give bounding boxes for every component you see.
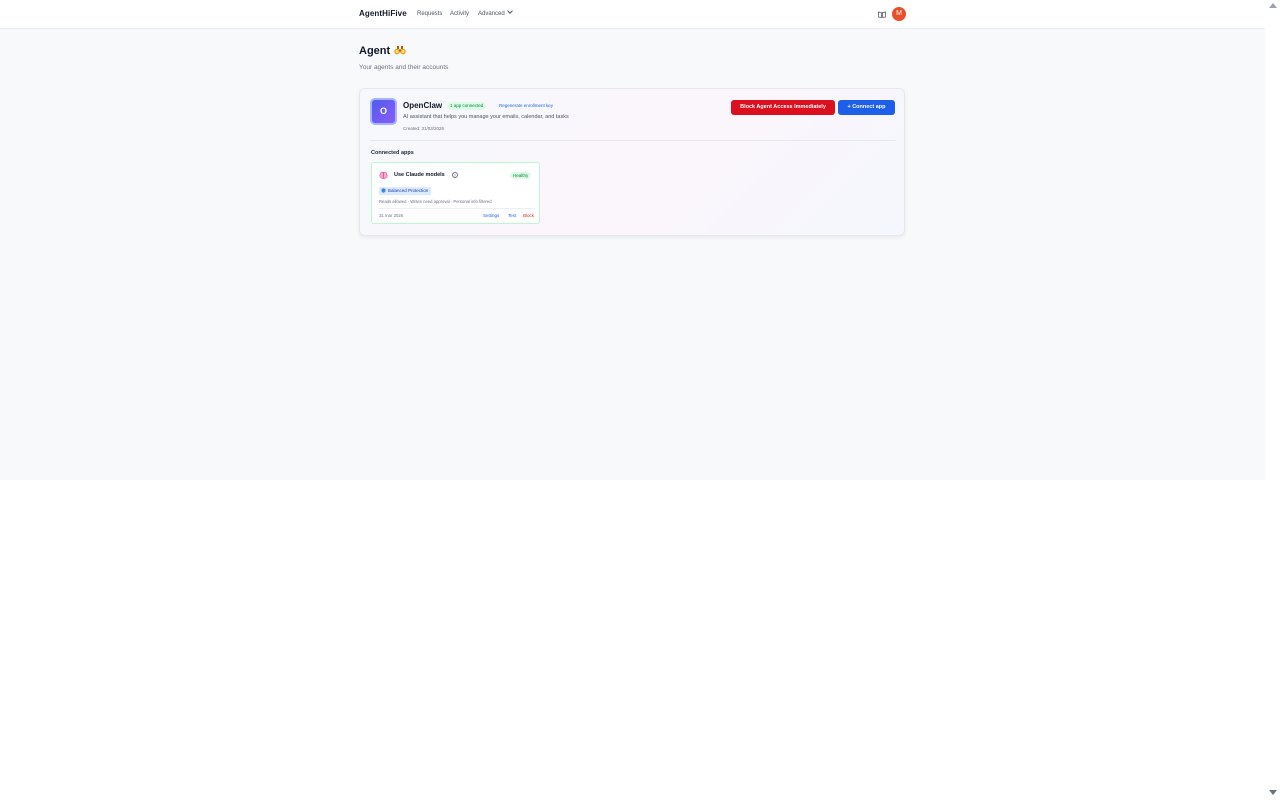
nav-activity[interactable]: Activity <box>450 11 469 17</box>
page-background <box>0 0 1265 480</box>
protection-label: Balanced Protection <box>388 188 429 193</box>
brain-icon <box>379 171 388 179</box>
block-agent-button[interactable]: Block Agent Access Immediately <box>731 100 835 115</box>
nav-advanced[interactable]: Advanced <box>478 8 513 17</box>
help-icon[interactable]: ? <box>452 172 458 178</box>
scroll-up-arrow-icon[interactable] <box>1269 3 1277 8</box>
connect-app-button[interactable]: + Connect app <box>838 100 895 115</box>
viewport: AgentHiFive Requests Activity Advanced M… <box>0 0 1265 800</box>
app-block-link[interactable]: Block <box>523 213 534 218</box>
app-name: Use Claude models <box>394 172 445 178</box>
agent-card: O OpenClaw 1 app connected Regenerate en… <box>359 88 905 236</box>
agent-description: AI assistant that helps you manage your … <box>403 114 569 120</box>
status-badge: Healthy <box>510 172 532 179</box>
nav-advanced-label: Advanced <box>478 11 505 17</box>
vertical-scrollbar[interactable] <box>1265 0 1280 800</box>
nav-requests[interactable]: Requests <box>417 11 442 17</box>
regenerate-key-link[interactable]: Regenerate enrollment key <box>499 103 553 108</box>
binoculars-icon <box>394 46 406 55</box>
scroll-down-arrow-icon[interactable] <box>1269 790 1277 795</box>
app-connected-date: 31 mar 2026 <box>379 213 404 218</box>
user-avatar[interactable]: M <box>892 7 906 21</box>
chevron-down-icon <box>506 8 513 14</box>
book-icon[interactable] <box>878 11 886 18</box>
app-test-link[interactable]: Test <box>508 213 516 218</box>
top-navbar: AgentHiFive Requests Activity Advanced M <box>0 0 1265 29</box>
agent-created-date: Created: 31/03/2026 <box>403 126 445 131</box>
agent-avatar: O <box>370 98 397 125</box>
connected-apps-heading: Connected apps <box>371 150 414 156</box>
divider <box>370 140 896 141</box>
app-policy-summary: Reads allowed · Writes need approval · P… <box>379 199 492 204</box>
connected-app-card: Use Claude models ? Healthy Balanced Pro… <box>371 162 540 224</box>
protection-badge: Balanced Protection <box>379 187 432 195</box>
agent-name: OpenClaw <box>403 101 443 110</box>
apps-connected-badge: 1 app connected <box>447 102 487 110</box>
shield-icon <box>381 188 386 193</box>
app-settings-link[interactable]: Settings <box>483 213 499 218</box>
divider <box>379 208 535 209</box>
page-subtitle: Your agents and their accounts <box>359 64 449 71</box>
brand-logo[interactable]: AgentHiFive <box>359 9 407 18</box>
page-title: Agent <box>359 45 391 57</box>
